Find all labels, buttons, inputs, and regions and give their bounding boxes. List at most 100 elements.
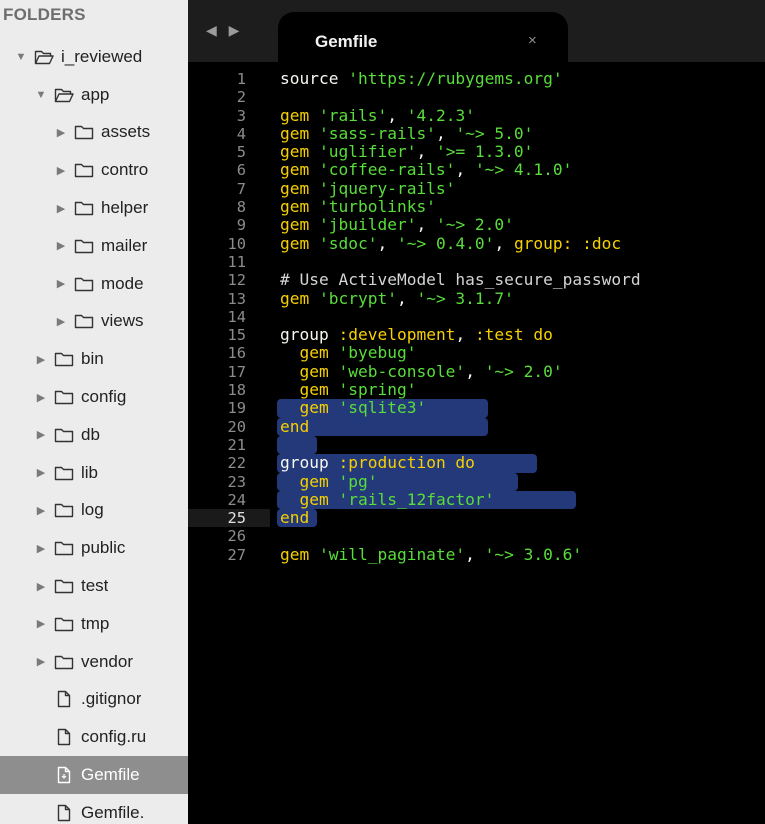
disclosure-collapsed-icon[interactable]: ▶ — [34, 542, 48, 555]
code-line[interactable]: 9 gem 'jbuilder', '~> 2.0' — [188, 216, 765, 235]
disclosure-collapsed-icon[interactable]: ▶ — [54, 277, 68, 290]
sidebar-item-tmp[interactable]: ▶ tmp — [0, 605, 188, 643]
sidebar-item-views[interactable]: ▶ views — [0, 303, 188, 341]
disclosure-collapsed-icon[interactable]: ▶ — [34, 580, 48, 593]
folder-icon — [74, 312, 94, 330]
sidebar-item-db[interactable]: ▶ db — [0, 416, 188, 454]
code-line[interactable]: 23 gem 'pg' — [188, 471, 765, 491]
code-token-str: 'sqlite3' — [338, 398, 427, 418]
code-line[interactable]: 16 gem 'byebug' — [188, 344, 765, 363]
code-line[interactable]: 17 gem 'web-console', '~> 2.0' — [188, 361, 765, 381]
code-line[interactable]: 5 gem 'uglifier', '>= 1.3.0' — [188, 142, 765, 162]
disclosure-collapsed-icon[interactable]: ▶ — [34, 428, 48, 441]
file-icon — [54, 766, 74, 784]
line-number: 18 — [227, 381, 246, 400]
code-area[interactable]: 1 source 'https://rubygems.org' 2 3 gem 'rai… — [188, 69, 765, 564]
sidebar-item-mailer[interactable]: ▶ mailer — [0, 227, 188, 265]
editor: ◀ ▶ Gemfile × 1 source 'https://rubygems.… — [188, 0, 765, 824]
sidebar-item-label: views — [101, 311, 144, 331]
sidebar-item-i_reviewed[interactable]: ▼ i_reviewed — [0, 38, 188, 76]
disclosure-expanded-icon[interactable]: ▼ — [14, 51, 28, 63]
code-line[interactable]: 13 gem 'bcrypt', '~> 3.1.7' — [188, 289, 765, 308]
sidebar-item-lib[interactable]: ▶ lib — [0, 454, 188, 492]
code-line[interactable]: 10 gem 'sdoc', '~> 0.4.0', group: :doc — [188, 233, 765, 253]
disclosure-collapsed-icon[interactable]: ▶ — [34, 466, 48, 479]
folder-icon — [54, 539, 74, 557]
code-line[interactable]: 26 — [188, 527, 765, 545]
code-line[interactable]: 7 gem 'jquery-rails' — [188, 179, 765, 198]
code-text: # Use ActiveModel has_secure_password — [280, 271, 641, 289]
code-line[interactable]: 1 source 'https://rubygems.org' — [188, 69, 765, 88]
sidebar-item-log[interactable]: ▶ log — [0, 492, 188, 530]
code-line[interactable]: 11 — [188, 253, 765, 271]
sidebar-item-bin[interactable]: ▶ bin — [0, 340, 188, 378]
disclosure-collapsed-icon[interactable]: ▶ — [54, 164, 68, 177]
folder-icon — [54, 464, 74, 482]
code-token-kw: end — [280, 508, 310, 528]
disclosure-collapsed-icon[interactable]: ▶ — [34, 617, 48, 630]
file-icon — [54, 728, 74, 746]
disclosure-collapsed-icon[interactable]: ▶ — [34, 391, 48, 404]
code-text: gem 'rails', '4.2.3' — [280, 105, 475, 125]
code-token-str: 'turbolinks' — [318, 197, 436, 217]
code-token-plain: group — [280, 453, 339, 473]
sidebar-item-vendor[interactable]: ▶ vendor — [0, 643, 188, 681]
code-line[interactable]: 12 # Use ActiveModel has_secure_password — [188, 271, 765, 290]
tab-close-icon[interactable]: × — [528, 32, 537, 49]
code-line[interactable]: 3 gem 'rails', '4.2.3' — [188, 105, 765, 125]
code-line[interactable]: 27 gem 'will_paginate', '~> 3.0.6' — [188, 545, 765, 564]
disclosure-collapsed-icon[interactable]: ▶ — [34, 504, 48, 517]
sidebar-item-test[interactable]: ▶ test — [0, 567, 188, 605]
code-line[interactable]: 24 gem 'rails_12factor' — [188, 490, 765, 509]
code-token-kw: gem — [280, 142, 319, 162]
sidebar-item-contro[interactable]: ▶ contro — [0, 151, 188, 189]
code-line[interactable]: 14 — [188, 308, 765, 326]
code-token-str: 'https://rubygems.org' — [348, 69, 563, 88]
code-line[interactable]: 15 group :development, :test do — [188, 326, 765, 345]
disclosure-collapsed-icon[interactable]: ▶ — [54, 315, 68, 328]
disclosure-collapsed-icon[interactable]: ▶ — [54, 239, 68, 252]
code-token-kw: gem — [299, 471, 339, 491]
sidebar-item-app[interactable]: ▼ app — [0, 76, 188, 114]
code-token-plain: source — [280, 69, 349, 88]
sidebar-item-config[interactable]: ▶ config — [0, 378, 188, 416]
code-token-kw: gem — [280, 233, 319, 253]
code-line[interactable]: 8 gem 'turbolinks' — [188, 197, 765, 217]
disclosure-collapsed-icon[interactable]: ▶ — [34, 353, 48, 366]
code-line[interactable]: 4 gem 'sass-rails', '~> 5.0' — [188, 124, 765, 143]
code-token-plain: , — [455, 160, 475, 180]
sidebar-item-label: log — [81, 500, 104, 520]
sidebar-item-gemfile[interactable]: Gemfile — [0, 756, 188, 794]
code-line[interactable]: 25 end — [188, 508, 765, 528]
disclosure-collapsed-icon[interactable]: ▶ — [54, 126, 68, 139]
sidebar-item-label: db — [81, 424, 100, 444]
disclosure-collapsed-icon[interactable]: ▶ — [34, 655, 48, 668]
code-text: gem 'will_paginate', '~> 3.0.6' — [280, 545, 582, 564]
folder-icon — [54, 350, 74, 368]
sidebar-item-public[interactable]: ▶ public — [0, 529, 188, 567]
sidebar-item-configru[interactable]: config.ru — [0, 718, 188, 756]
code-line[interactable]: 21 — [188, 436, 765, 454]
code-token-sym: group: :doc — [513, 233, 622, 253]
disclosure-collapsed-icon[interactable]: ▶ — [54, 202, 68, 215]
code-line[interactable]: 18 gem 'spring' — [188, 380, 765, 400]
line-number: 21 — [227, 435, 246, 454]
code-line[interactable]: 22 group :production do — [188, 453, 765, 473]
code-line[interactable]: 2 — [188, 88, 765, 106]
sidebar-item-helper[interactable]: ▶ helper — [0, 189, 188, 227]
sidebar-item-gemfile[interactable]: Gemfile. — [0, 794, 188, 824]
sidebar-item-gitignor[interactable]: .gitignor — [0, 681, 188, 719]
code-token-kw: gem — [299, 361, 339, 381]
code-line[interactable]: 20 end — [188, 417, 765, 436]
code-line[interactable]: 6 gem 'coffee-rails', '~> 4.1.0' — [188, 160, 765, 180]
tab-gemfile[interactable]: Gemfile × — [278, 12, 568, 62]
code-token-plain: , — [387, 105, 407, 125]
disclosure-expanded-icon[interactable]: ▼ — [34, 89, 48, 101]
code-text: end — [280, 417, 309, 436]
sidebar-item-mode[interactable]: ▶ mode — [0, 265, 188, 303]
sidebar-item-assets[interactable]: ▶ assets — [0, 114, 188, 152]
code-line[interactable]: 19 gem 'sqlite3' — [188, 398, 765, 418]
line-number: 27 — [227, 545, 246, 564]
tab-nav-arrows-icon[interactable]: ◀ ▶ — [206, 22, 243, 39]
